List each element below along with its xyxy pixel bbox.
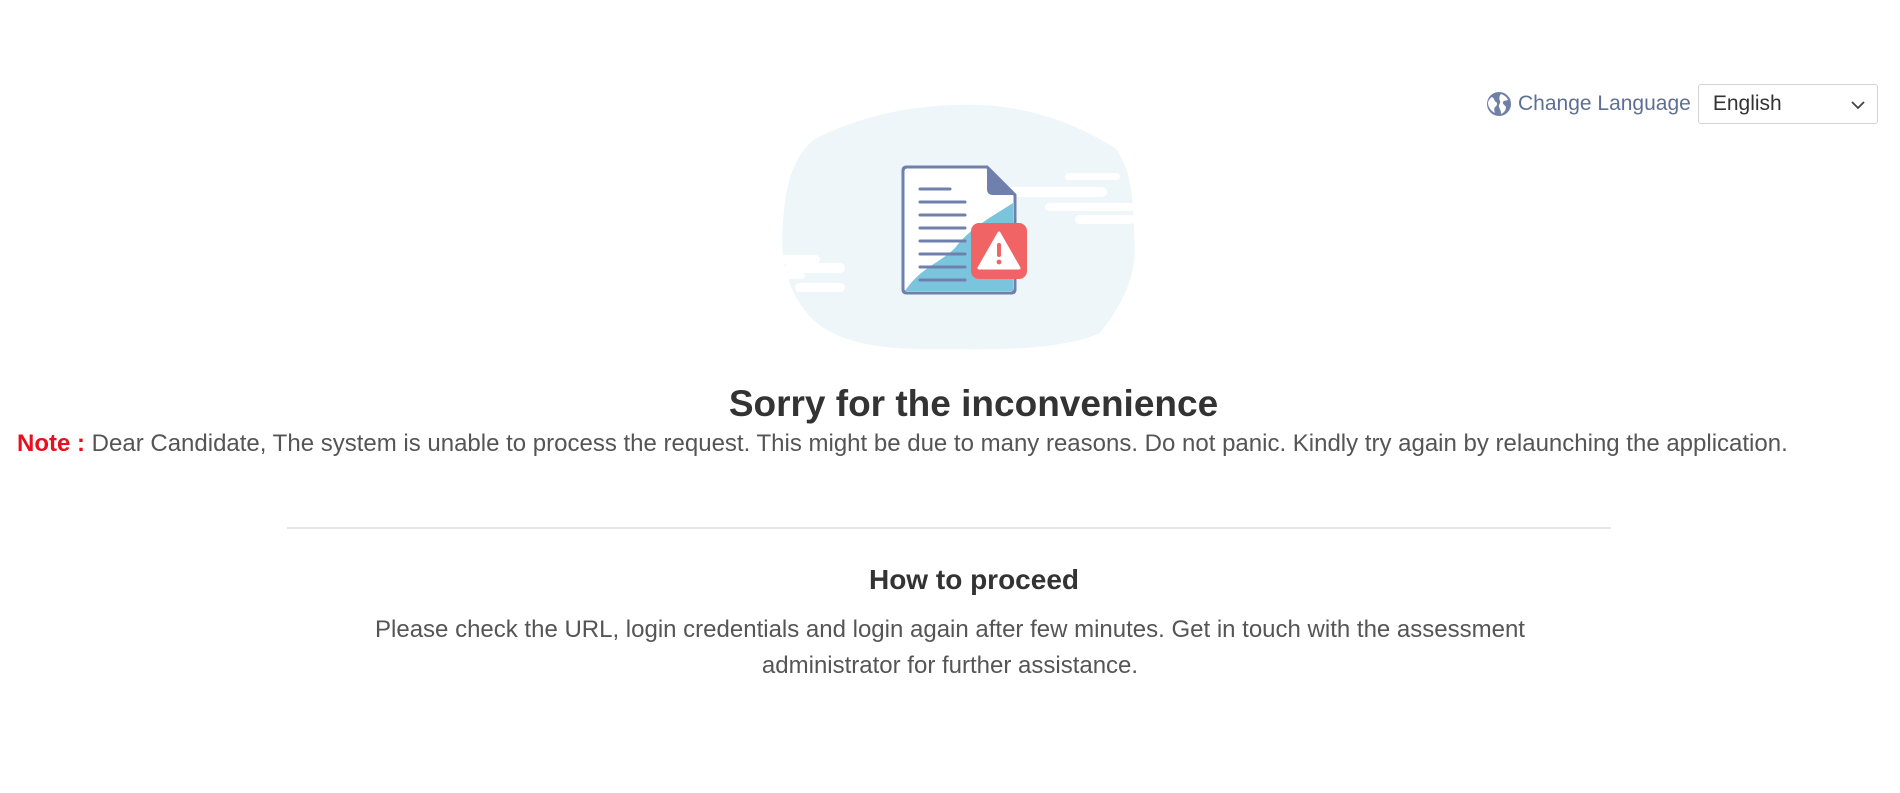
language-switcher: Change Language English: [1486, 84, 1878, 124]
error-note: Note : Dear Candidate, The system is una…: [17, 430, 1788, 458]
how-to-proceed-title: How to proceed: [0, 564, 1900, 596]
change-language-link[interactable]: Change Language: [1486, 91, 1691, 117]
section-divider: [287, 527, 1611, 529]
page-title-text: Sorry for the inconvenience: [728, 383, 1219, 424]
note-text: Dear Candidate, The system is unable to …: [91, 430, 1788, 457]
globe-icon: [1487, 92, 1511, 116]
note-label: Note :: [17, 430, 85, 457]
warning-icon: [971, 223, 1027, 279]
document-warning-illustration: [775, 104, 1135, 350]
how-to-proceed-text: Please check the URL, login credentials …: [375, 616, 1525, 679]
language-select-value: English: [1712, 92, 1782, 115]
page-title: Sorry for the inconvenience: [0, 383, 1900, 425]
chevron-down-icon: [1851, 101, 1865, 110]
how-to-proceed-title-text: How to proceed: [868, 564, 1079, 595]
error-page: Change Language English Sorry for the in…: [0, 0, 1900, 793]
change-language-label: Change Language: [1518, 92, 1691, 115]
language-select[interactable]: English: [1697, 84, 1878, 124]
